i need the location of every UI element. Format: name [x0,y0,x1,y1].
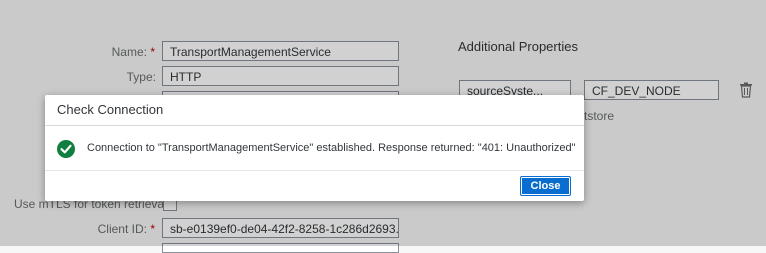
dialog-title: Check Connection [45,95,584,126]
connection-message: Connection to "TransportManagementServic… [87,142,576,154]
close-button[interactable]: Close [520,176,571,196]
success-check-icon [57,140,75,158]
dialog-footer: Close [45,170,584,201]
dialog-body: Connection to "TransportManagementServic… [45,126,584,170]
check-connection-dialog: Check Connection Connection to "Transpor… [45,95,584,201]
